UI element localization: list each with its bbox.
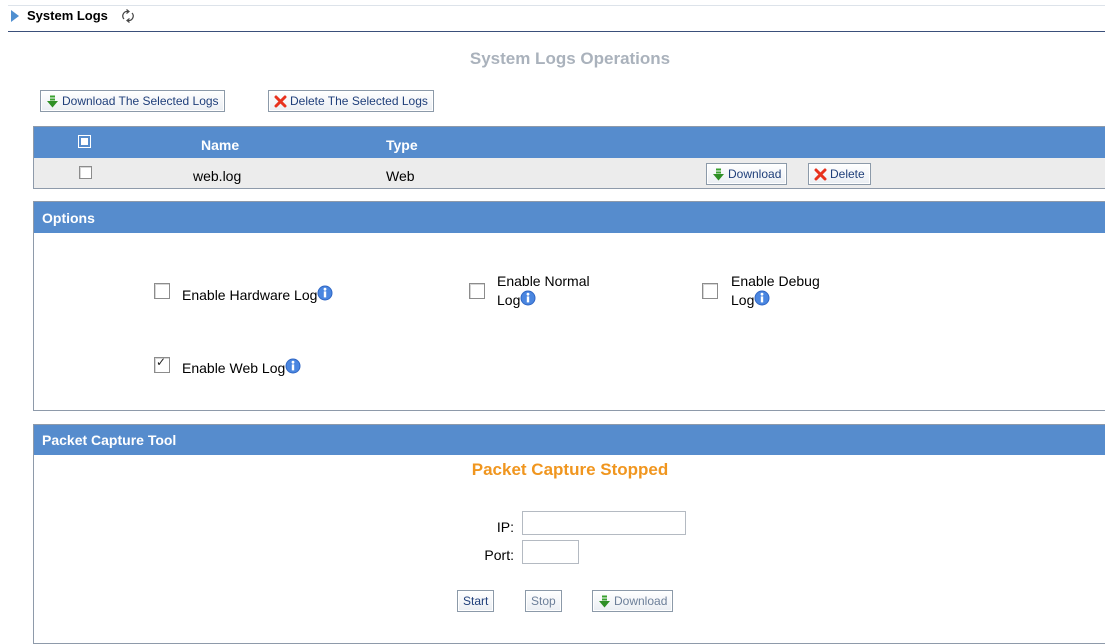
enable-debug-log-checkbox[interactable] [702, 283, 718, 299]
enable-hardware-log-option: Enable Hardware Log [182, 285, 333, 304]
stop-capture-button[interactable]: Stop [525, 590, 562, 612]
enable-debug-log-label-line1: Enable Debug [731, 273, 820, 289]
packet-capture-panel-header: Packet Capture Tool [34, 425, 1105, 455]
row-select-checkbox[interactable] [79, 166, 92, 179]
enable-hardware-log-checkbox[interactable] [154, 283, 170, 299]
refresh-icon[interactable] [120, 8, 136, 24]
info-icon[interactable] [317, 285, 333, 301]
download-capture-button[interactable]: Download [592, 590, 674, 612]
delete-selected-logs-label: Delete The Selected Logs [290, 94, 428, 108]
ip-label: IP: [496, 519, 514, 535]
info-icon[interactable] [520, 290, 536, 306]
enable-debug-log-option: Enable Debug Log [731, 272, 820, 309]
enable-normal-log-label-line1: Enable Normal [497, 273, 590, 289]
options-panel-header: Options [34, 202, 1105, 233]
header-divider-top [8, 5, 1105, 6]
options-title: Options [42, 209, 95, 226]
download-selected-logs-label: Download The Selected Logs [62, 94, 219, 108]
enable-hardware-log-label: Enable Hardware Log [182, 287, 318, 303]
operations-title: System Logs Operations [469, 49, 671, 68]
select-all-checkbox[interactable] [78, 135, 91, 148]
row-delete-label: Delete [830, 167, 865, 181]
download-arrow-icon [598, 595, 611, 608]
delete-selected-logs-button[interactable]: Delete The Selected Logs [268, 90, 434, 112]
download-arrow-icon [46, 95, 59, 108]
start-capture-label: Start [463, 594, 489, 608]
enable-normal-log-label-line2: Log [497, 292, 521, 308]
start-capture-button[interactable]: Start [457, 590, 495, 612]
enable-web-log-checkbox[interactable] [154, 355, 170, 373]
enable-normal-log-option: Enable Normal Log [497, 272, 590, 309]
enable-normal-log-checkbox[interactable] [469, 283, 485, 299]
stop-capture-label: Stop [531, 594, 556, 608]
log-name-cell: web.log [193, 168, 242, 184]
port-input[interactable] [522, 540, 579, 564]
download-arrow-icon [712, 168, 725, 181]
enable-web-log-label: Enable Web Log [182, 360, 286, 376]
play-arrow-icon [11, 10, 19, 22]
capture-status: Packet Capture Stopped [471, 460, 669, 479]
download-selected-logs-button[interactable]: Download The Selected Logs [40, 90, 225, 112]
enable-web-log-option: Enable Web Log [182, 358, 301, 377]
enable-debug-log-label-line2: Log [731, 292, 755, 308]
header-divider-bottom [8, 31, 1105, 32]
log-type-cell: Web [386, 168, 415, 184]
info-icon[interactable] [754, 290, 770, 306]
packet-capture-title: Packet Capture Tool [42, 432, 177, 448]
delete-x-icon [274, 95, 287, 108]
ip-input[interactable] [522, 511, 686, 535]
page-title: System Logs [27, 8, 108, 23]
row-delete-button[interactable]: Delete [808, 163, 871, 185]
row-download-button[interactable]: Download [706, 163, 788, 185]
download-capture-label: Download [614, 594, 668, 608]
column-header-name: Name [201, 137, 240, 153]
port-label: Port: [484, 547, 514, 563]
column-header-type: Type [386, 137, 418, 153]
delete-x-icon [814, 168, 827, 181]
info-icon[interactable] [285, 358, 301, 374]
log-table-header [34, 127, 1105, 158]
row-download-label: Download [728, 167, 782, 181]
